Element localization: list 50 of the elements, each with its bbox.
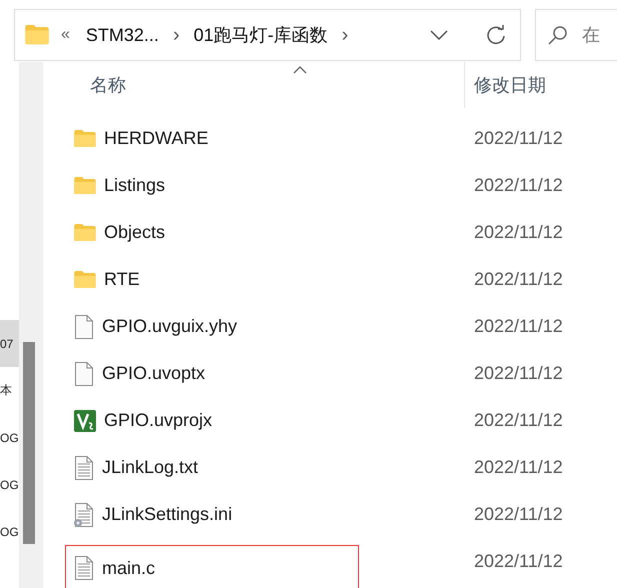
file-name[interactable]: RTE	[104, 269, 140, 290]
folder-icon	[25, 25, 49, 45]
file-name[interactable]: HERDWARE	[104, 128, 208, 149]
search-placeholder: 在	[582, 24, 600, 47]
text-file-icon	[74, 556, 94, 580]
file-name[interactable]: main.c	[102, 558, 156, 578]
folder-icon	[74, 224, 96, 242]
sidebar-item[interactable]: OG	[0, 508, 19, 555]
file-name[interactable]: GPIO.uvoptx	[102, 363, 206, 384]
text-file-icon	[74, 456, 94, 480]
overflow-chevron[interactable]: «	[49, 26, 76, 44]
date-cell-text: 2022/11/12	[473, 222, 564, 243]
address-bar[interactable]: « STM32... › 01跑马灯-库函数 ›	[14, 9, 521, 61]
breadcrumb[interactable]: STM32...	[76, 24, 169, 46]
sidebar-item[interactable]: 本	[0, 367, 19, 414]
file-icon	[74, 314, 94, 338]
sidebar-item[interactable]: OG	[0, 461, 19, 508]
file-name[interactable]: GPIO.uvprojx	[104, 410, 212, 431]
sidebar-item[interactable]: OG	[0, 414, 19, 461]
date-cell-text: 2022/11/12	[473, 269, 564, 290]
folder-icon	[74, 176, 96, 194]
file-name[interactable]: Objects	[104, 222, 166, 243]
file-icon	[74, 362, 94, 386]
file-name[interactable]: JLinkLog.txt	[102, 457, 198, 478]
column-header[interactable]: 修改日期	[464, 62, 617, 108]
search-field[interactable]: 在	[535, 9, 617, 61]
refresh-icon[interactable]	[486, 25, 506, 45]
date-cell-text: 2022/11/12	[473, 410, 564, 431]
file-name[interactable]: GPIO.uvguix.yhy	[102, 316, 238, 337]
project-file-icon	[74, 410, 96, 432]
breadcrumb[interactable]: 01跑马灯-库函数	[184, 23, 338, 47]
dropdown-icon[interactable]	[430, 30, 448, 40]
date-cell-text: 2022/11/12	[473, 128, 564, 149]
file-name[interactable]: JLinkSettings.ini	[102, 504, 232, 525]
settings-file-icon	[74, 502, 94, 526]
scrollbar-thumb[interactable]	[23, 342, 36, 544]
date-cell-text: 2022/11/12	[473, 363, 564, 384]
breadcrumb-separator[interactable]: ›	[168, 24, 184, 46]
sidebar-item[interactable]: 07	[0, 320, 19, 367]
search-icon	[548, 25, 568, 45]
file-name[interactable]: Listings	[104, 175, 166, 196]
date-cell-text: 2022/11/12	[473, 504, 564, 525]
date-cell-text: 2022/11/12	[473, 551, 564, 572]
date-cell-text: 2022/11/12	[473, 457, 564, 478]
date-cell-text: 2022/11/12	[473, 316, 564, 337]
date-cell-text: 2022/11/12	[473, 175, 564, 196]
column-header[interactable]: 名称	[43, 62, 464, 108]
folder-icon	[74, 130, 96, 148]
folder-icon	[74, 270, 96, 288]
breadcrumb-separator[interactable]: ›	[338, 24, 352, 46]
